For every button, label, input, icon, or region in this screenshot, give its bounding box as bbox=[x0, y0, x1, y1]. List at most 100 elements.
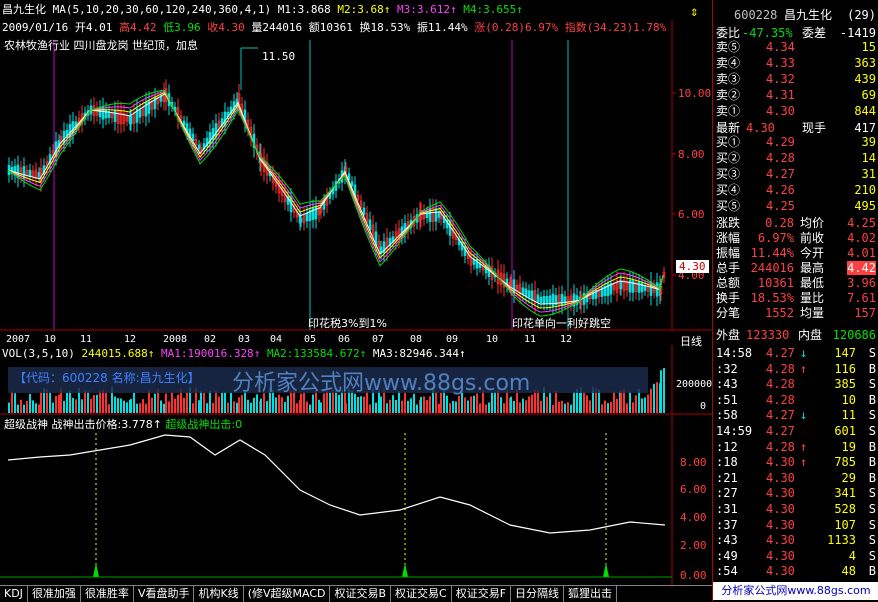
price-axis-tick: 8.00 bbox=[678, 148, 705, 161]
volume-bar bbox=[522, 398, 524, 413]
volume-bar bbox=[389, 399, 391, 413]
volume-bar bbox=[90, 398, 92, 413]
bar-change: 涨(0.28)6.97% bbox=[474, 21, 559, 34]
volume-bar bbox=[586, 395, 588, 413]
volume-bar bbox=[206, 403, 208, 413]
volume-bar bbox=[375, 402, 377, 413]
volume-bar bbox=[224, 391, 226, 413]
indicator-tab[interactable]: 狐狸出击 bbox=[564, 586, 618, 602]
book-vol: 495 bbox=[854, 199, 876, 213]
tick-row: :43 4.28 385 S bbox=[716, 377, 876, 392]
quote-count: (29) bbox=[847, 8, 876, 22]
volume-bar bbox=[108, 404, 110, 413]
volume-bar bbox=[312, 394, 314, 413]
candle-body bbox=[104, 109, 108, 119]
book-row: 买⑤ 4.25 495 bbox=[716, 199, 876, 213]
candle-body bbox=[524, 288, 528, 297]
book-vol: 39 bbox=[861, 135, 876, 149]
volume-bar bbox=[392, 395, 394, 413]
book-label: 卖① bbox=[716, 104, 741, 118]
volume-bar bbox=[604, 400, 606, 413]
volume-bar bbox=[458, 395, 460, 413]
tick-row: :18 4.30 ↑ 785 B bbox=[716, 455, 876, 470]
volume-bar bbox=[555, 391, 557, 413]
indicator-tab[interactable]: 权证交易B bbox=[330, 586, 392, 602]
main-chart-panel[interactable]: 10.00 8.00 6.00 4.00 2007 10 11 12 2008 02 03 04 05 0… bbox=[0, 0, 712, 348]
outer-label: 外盘 bbox=[716, 328, 741, 342]
volume-bar bbox=[256, 394, 258, 413]
tick-row: :21 4.30 29 B bbox=[716, 470, 876, 485]
lock-icon[interactable]: ⇕ bbox=[690, 4, 698, 20]
book-price: 4.34 bbox=[766, 40, 795, 54]
tick-row: :54 4.30 48 B bbox=[716, 564, 876, 579]
candle-body bbox=[637, 281, 641, 293]
book-row: 买③ 4.27 31 bbox=[716, 167, 876, 181]
volume-bar bbox=[540, 400, 542, 413]
indicator-axis-tick: 4.00 bbox=[680, 511, 707, 524]
indicator-tab[interactable]: 机构K线 bbox=[194, 586, 244, 602]
book-price: 4.31 bbox=[766, 88, 795, 102]
price-axis-tick: 10.00 bbox=[678, 87, 711, 100]
bar-open: 开4.01 bbox=[74, 21, 113, 34]
book-vol: 14 bbox=[861, 151, 876, 165]
volume-bar bbox=[510, 396, 512, 413]
indicator-header: 超级战神 战神出击价格:3.778↑ 超级战神出击:0 bbox=[4, 418, 243, 431]
volume-bar bbox=[635, 395, 637, 413]
indicator-tab[interactable]: KDJ bbox=[0, 586, 28, 602]
vol-value: 244015.688 bbox=[81, 347, 148, 360]
vol-y-zero: 0 bbox=[700, 401, 707, 412]
tick-row: :51 4.28 10 B bbox=[716, 392, 876, 407]
stat-row: 涨跌 0.28 均价 4.25 bbox=[716, 216, 876, 230]
volume-bar bbox=[601, 404, 603, 413]
volume-bar bbox=[160, 400, 162, 413]
volume-bar bbox=[500, 397, 502, 413]
date-axis-label: 2008 bbox=[163, 334, 187, 345]
weicha-value: -1419 bbox=[839, 26, 876, 40]
volume-bar bbox=[610, 401, 612, 413]
indicator-tab[interactable]: 权证交易C bbox=[391, 586, 452, 602]
indicator-tab[interactable]: 很准胜率 bbox=[81, 586, 134, 602]
indicator-tab[interactable]: V看盘助手 bbox=[134, 586, 195, 602]
volume-bar bbox=[209, 390, 211, 413]
volume-bar bbox=[320, 402, 322, 413]
date-axis-label: 02 bbox=[204, 334, 216, 345]
volume-bar bbox=[656, 382, 658, 413]
tick-row: 14:59 4.27 601 S bbox=[716, 424, 876, 438]
candle-body bbox=[530, 290, 534, 301]
volume-panel[interactable]: VOL(3,5,10) 244015.688↑ MA1:190016.328↑ … bbox=[0, 345, 712, 415]
volume-bar bbox=[63, 400, 65, 413]
candle-body bbox=[539, 296, 543, 304]
volume-bar bbox=[40, 392, 42, 413]
candle-body bbox=[197, 144, 201, 150]
volume-bar bbox=[20, 399, 22, 413]
volume-bar bbox=[165, 393, 167, 413]
date-axis-label: 06 bbox=[338, 334, 350, 345]
indicator-tab[interactable]: 很准加强 bbox=[28, 586, 81, 602]
weicha-label: 委差 bbox=[802, 26, 827, 40]
tick-list[interactable]: 14:58 4.27 ↓ 147 S:32 4.28 ↑ 116 B:43 4.28 385 S:51… bbox=[713, 346, 878, 581]
volume-bar bbox=[455, 401, 457, 413]
indicator-tab[interactable]: 日分隔线 bbox=[511, 586, 565, 602]
volume-bar bbox=[284, 401, 286, 413]
indicator-tab[interactable]: (修V超级MACD bbox=[244, 586, 331, 602]
ma-m1: M1:3.868 bbox=[277, 3, 331, 16]
volume-bar bbox=[266, 401, 268, 413]
main-header-line1: 昌九生化 MA(5,10,20,30,60,120,240,360,4,1) M… bbox=[2, 3, 523, 16]
indicator-axis-tick: 0.00 bbox=[680, 569, 707, 582]
book-label: 卖④ bbox=[716, 56, 741, 70]
volume-bar bbox=[120, 398, 122, 413]
stat-row: 振幅 11.44% 今开 4.01 bbox=[716, 246, 876, 260]
indicator-axis-tick: 2.00 bbox=[680, 539, 707, 552]
book-price: 4.25 bbox=[766, 199, 795, 213]
indicator-panel[interactable]: 8.00 6.00 4.00 2.00 0.00 超级战神 战神出击价格:3.778↑ … bbox=[0, 415, 712, 585]
volume-bar bbox=[650, 388, 652, 413]
volume-bar bbox=[8, 402, 10, 413]
indicator-tab[interactable]: 权证交易F bbox=[452, 586, 512, 602]
quote-name: 昌九生化 bbox=[784, 8, 833, 22]
tick-row: :27 4.30 341 S bbox=[716, 486, 876, 501]
volume-bar bbox=[485, 404, 487, 413]
volume-bar bbox=[632, 402, 634, 413]
vol-y-tick: 200000 bbox=[676, 379, 713, 390]
peak-price-label: 11.50 bbox=[262, 50, 296, 63]
volume-bar bbox=[629, 391, 631, 413]
